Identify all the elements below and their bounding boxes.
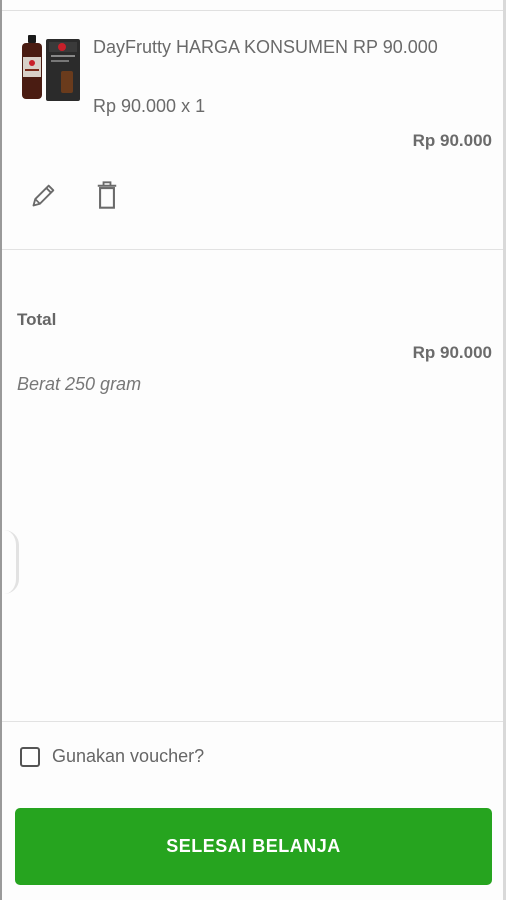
footer-divider — [2, 721, 503, 722]
bottle-cap — [28, 35, 36, 43]
delete-item-button[interactable] — [91, 178, 123, 212]
product-subtotal: Rp 90.000 — [412, 131, 492, 150]
edit-item-button[interactable] — [28, 178, 60, 212]
product-name[interactable]: DayFrutty HARGA KONSUMEN RP 90.000 — [93, 34, 473, 60]
product-thumbnail — [22, 35, 80, 101]
total-value: Rp 90.000 — [412, 343, 492, 362]
total-label: Total — [17, 310, 57, 329]
total-weight: Berat 250 gram — [17, 374, 142, 394]
section-divider — [2, 249, 503, 250]
trash-icon — [97, 181, 117, 209]
scroll-handle[interactable] — [4, 530, 19, 594]
voucher-checkbox[interactable] — [20, 746, 40, 767]
voucher-label: Gunakan voucher? — [52, 746, 205, 766]
pencil-icon — [32, 184, 55, 207]
window-frame-left — [0, 0, 2, 900]
top-divider — [2, 10, 503, 11]
voucher-option[interactable]: Gunakan voucher? — [20, 746, 204, 767]
product-price-quantity: Rp 90.000 x 1 — [93, 96, 206, 116]
checkout-button[interactable]: SELESAI BELANJA — [15, 808, 492, 885]
